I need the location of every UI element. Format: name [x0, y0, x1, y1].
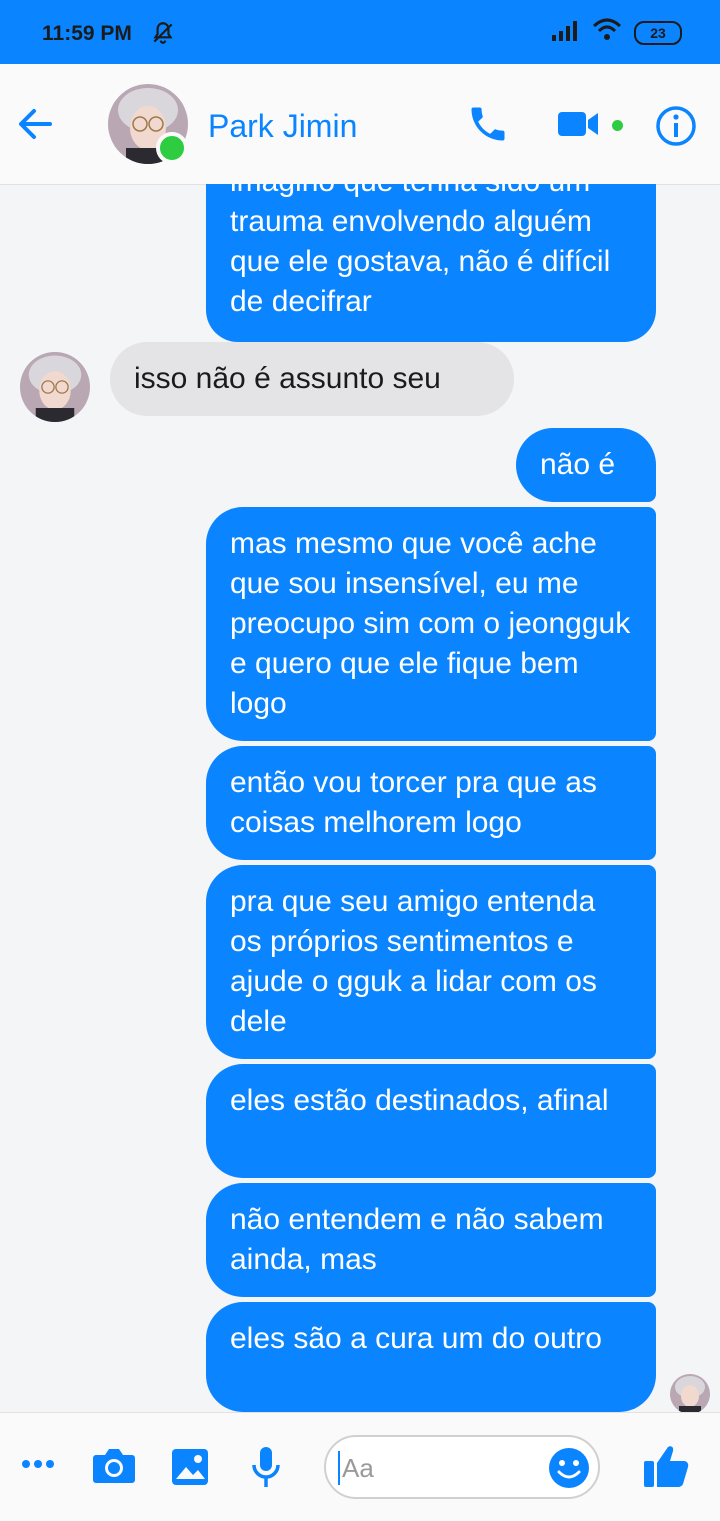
signal-icon [550, 19, 580, 46]
message-text: eles são a cura um do outro [230, 1322, 602, 1355]
read-receipt-avatar [670, 1374, 710, 1412]
message-list[interactable]: imagino que tenha sido um trauma envolve… [0, 184, 720, 1412]
more-options-icon[interactable] [20, 1457, 56, 1475]
message-text: não é [540, 448, 616, 481]
message-bubble-incoming[interactable]: isso não é assunto seu [110, 342, 514, 416]
message-bubble-outgoing[interactable]: mas mesmo que você ache que sou insensív… [206, 507, 656, 741]
info-icon[interactable] [654, 104, 698, 153]
message-bubble-outgoing[interactable]: imagino que tenha sido um trauma envolve… [206, 184, 656, 342]
microphone-icon[interactable] [250, 1445, 282, 1494]
message-bubble-outgoing[interactable]: não entendem e não sabem ainda, mas [206, 1183, 656, 1297]
message-composer [0, 1412, 720, 1521]
contact-name[interactable]: Park Jimin [208, 108, 357, 145]
video-active-dot [612, 120, 623, 131]
online-status-dot [156, 132, 188, 164]
message-bubble-outgoing[interactable]: então vou torcer pra que as coisas melho… [206, 746, 656, 860]
message-text: então vou torcer pra que as coisas melho… [230, 766, 597, 839]
back-arrow-icon[interactable] [14, 102, 58, 146]
message-input-box[interactable] [324, 1435, 600, 1499]
battery-indicator: 23 [634, 20, 682, 45]
message-bubble-outgoing[interactable]: eles são a cura um do outro [206, 1302, 656, 1412]
camera-icon[interactable] [92, 1447, 136, 1490]
status-bar: 11:59 PM 23 [0, 0, 720, 64]
chat-header: Park Jimin [0, 64, 720, 185]
contact-avatar-small[interactable] [20, 352, 90, 422]
message-text: mas mesmo que você ache que sou insensív… [230, 527, 631, 720]
message-text: pra que seu amigo entenda os próprios se… [230, 885, 597, 1038]
message-bubble-outgoing[interactable]: pra que seu amigo entenda os próprios se… [206, 865, 656, 1059]
gallery-image-icon[interactable] [170, 1447, 210, 1492]
mute-bell-icon [150, 20, 176, 51]
message-text: não entendem e não sabem ainda, mas [230, 1203, 604, 1276]
message-text: imagino que tenha sido um trauma envolve… [230, 184, 611, 318]
thumbs-up-icon[interactable] [642, 1443, 690, 1494]
phone-call-icon[interactable] [466, 102, 510, 151]
video-call-icon[interactable] [556, 108, 600, 145]
message-text: isso não é assunto seu [134, 362, 441, 395]
message-text: eles estão destinados, afinal [230, 1084, 609, 1117]
message-input[interactable] [340, 1447, 544, 1489]
status-time: 11:59 PM [42, 22, 132, 45]
emoji-icon[interactable] [548, 1447, 590, 1494]
message-bubble-outgoing[interactable]: não é [516, 428, 656, 502]
wifi-icon [592, 18, 622, 47]
message-bubble-outgoing[interactable]: eles estão destinados, afinal [206, 1064, 656, 1178]
